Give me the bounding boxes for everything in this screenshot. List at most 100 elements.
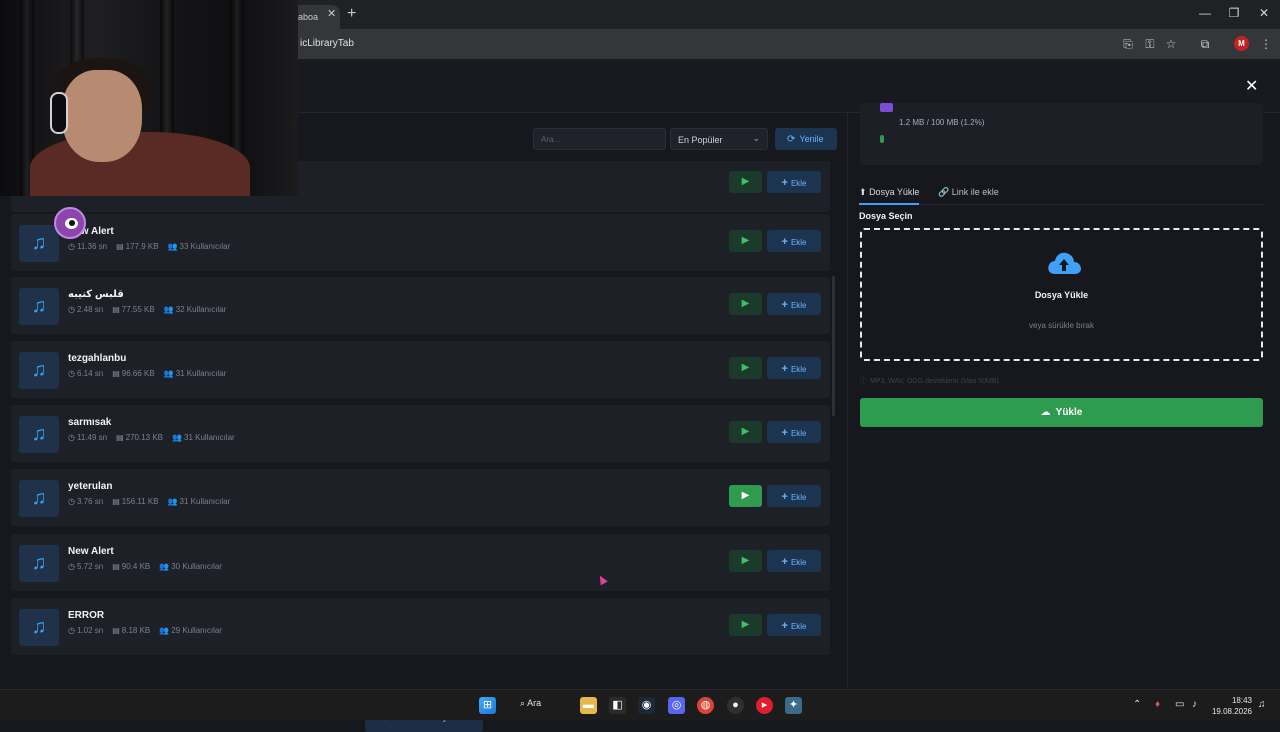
link-icon: 🔗 xyxy=(938,187,950,197)
store-icon[interactable]: ◧ xyxy=(609,697,626,714)
sound-size: 90.4 KB xyxy=(121,562,151,571)
add-button[interactable]: + Ekle xyxy=(767,230,821,252)
extensions-icon[interactable]: ⧉ xyxy=(1198,37,1212,52)
add-button[interactable]: + Ekle xyxy=(767,293,821,315)
play-button[interactable]: ▶ xyxy=(729,550,762,572)
refresh-icon: ⟳ xyxy=(787,134,796,145)
refresh-label: Yenile xyxy=(799,134,824,144)
sound-meta: ◷ 3.76 sn ▤ 156.11 KB 👥 31 Kullanıcılar xyxy=(68,497,239,506)
file-icon: ▤ xyxy=(112,497,120,506)
play-button[interactable]: ▶ xyxy=(729,421,762,443)
play-button[interactable]: ▶ xyxy=(729,171,762,193)
active-tab-indicator xyxy=(859,203,919,205)
clock-date: 19.08.2026 xyxy=(1211,707,1252,716)
bookmark-star-icon[interactable]: ☆ xyxy=(1164,37,1178,51)
upload-button[interactable]: ☁ Yükle xyxy=(860,398,1263,427)
users-icon: 👥 xyxy=(172,433,182,442)
users-icon: 👥 xyxy=(163,369,174,378)
steam-icon[interactable]: ◉ xyxy=(638,697,655,714)
sound-row[interactable]: ♫ New Alert ◷ 5.72 sn ▤ 90.4 KB 👥 30 Kullanıcıl… xyxy=(11,534,830,591)
users-icon: 👥 xyxy=(167,497,178,506)
play-button[interactable]: ▶ xyxy=(729,614,762,636)
tab-file-upload[interactable]: ⬆ Dosya Yükle xyxy=(859,187,919,198)
notification-bell-icon[interactable]: ♫ xyxy=(1258,699,1266,710)
add-button[interactable]: + Ekle xyxy=(767,421,821,443)
volume-icon[interactable]: ♪ xyxy=(1192,699,1197,710)
file-select-label: Dosya Seçin xyxy=(859,211,913,221)
list-scrollbar[interactable] xyxy=(832,276,835,416)
play-button[interactable]: ▶ xyxy=(729,293,762,315)
add-button[interactable]: + Ekle xyxy=(767,357,821,379)
install-app-icon[interactable]: ⎘ xyxy=(1121,37,1135,52)
taskbar-search-icon: ⌕ xyxy=(520,698,526,708)
play-button[interactable]: ▶ xyxy=(729,485,762,507)
app-icon[interactable]: ✦ xyxy=(785,697,802,714)
file-icon: ▤ xyxy=(112,305,120,314)
headset-icon xyxy=(50,92,68,134)
add-button-label: Ekle xyxy=(790,179,807,188)
menu-dots-icon[interactable]: ⋮ xyxy=(1259,37,1273,51)
search-input[interactable] xyxy=(533,128,666,150)
sort-select[interactable]: En Popüler ⌄ xyxy=(670,128,768,150)
discord-icon[interactable]: ◎ xyxy=(668,697,685,714)
file-icon: ▤ xyxy=(112,626,120,635)
add-button[interactable]: + Ekle xyxy=(767,171,821,193)
refresh-button[interactable]: ⟳ Yenile xyxy=(775,128,837,150)
clock-icon: ◷ xyxy=(68,497,75,506)
add-button[interactable]: + Ekle xyxy=(767,485,821,507)
new-tab-icon[interactable]: + xyxy=(347,5,361,23)
tab-link-add[interactable]: 🔗 Link ile ekle xyxy=(938,187,999,198)
profile-avatar[interactable]: M xyxy=(1234,36,1249,51)
sound-duration: 6.14 sn xyxy=(76,369,104,378)
chrome-icon[interactable]: ◍ xyxy=(697,697,714,714)
tray-chevron-up-icon[interactable]: ⌃ xyxy=(1133,699,1141,710)
window-close-icon[interactable]: ✕ xyxy=(1254,6,1274,20)
taskbar-clock[interactable]: 18:43 19.08.2026 xyxy=(1208,695,1252,717)
minimize-icon[interactable]: — xyxy=(1195,6,1215,20)
add-button-label: Ekle xyxy=(790,238,807,247)
network-icon[interactable]: ▭ xyxy=(1175,699,1184,710)
file-dropzone[interactable]: Dosya Yükle veya sürükle bırak xyxy=(860,228,1263,361)
tab-close-icon[interactable]: ✕ xyxy=(327,7,336,20)
play-icon: ▶ xyxy=(741,426,750,437)
sound-row[interactable]: ♫ ERROR ◷ 1.02 sn ▤ 8.18 KB 👥 29 Kullanıcılar ▶ +… xyxy=(11,598,830,655)
file-explorer-icon[interactable]: ▬ xyxy=(580,697,597,714)
mascot-eye xyxy=(65,218,78,229)
sound-row[interactable]: ♫ قلبس كنيبه ◷ 2.48 sn ▤ 77.55 KB 👥 32 Kullanıc… xyxy=(11,277,830,334)
play-icon: ▶ xyxy=(741,235,750,246)
restore-icon[interactable]: ❐ xyxy=(1224,6,1244,20)
sound-users: 32 Kullanıcılar xyxy=(175,305,227,314)
sound-row[interactable]: ♫ New Alert ◷ 11.36 sn ▤ 177.9 KB 👥 33 Kullanıc… xyxy=(11,214,830,271)
sound-row[interactable]: ♫ sarmısak ◷ 11.49 sn ▤ 270.13 KB 👥 31 Kullanıc… xyxy=(11,405,830,462)
sound-meta: ◷ 11.49 sn ▤ 270.13 KB 👥 31 Kullanıcılar xyxy=(68,433,244,442)
windows-start-icon[interactable]: ⊞ xyxy=(479,697,496,714)
sound-row[interactable]: ♫ tezgahlanbu ◷ 6.14 sn ▤ 96.66 KB 👥 31 Kullanı… xyxy=(11,341,830,398)
sound-users: 33 Kullanıcılar xyxy=(179,242,231,251)
url-text[interactable]: icLibraryTab xyxy=(300,38,354,49)
sound-title: New Alert xyxy=(68,546,114,557)
sound-size: 156.11 KB xyxy=(121,497,159,506)
music-note-icon: ♫ xyxy=(19,545,59,582)
person-face xyxy=(62,70,142,162)
plus-icon: + xyxy=(781,236,788,248)
media-player-icon[interactable]: ▸ xyxy=(756,697,773,714)
play-button[interactable]: ▶ xyxy=(729,357,762,379)
clock-icon: ◷ xyxy=(68,242,75,251)
sound-title: sarmısak xyxy=(68,417,112,428)
microphone-icon[interactable]: ♦ xyxy=(1155,699,1160,710)
sound-title: قلبس كنيبه xyxy=(68,289,124,300)
plus-icon: + xyxy=(781,427,788,439)
sound-size: 96.66 KB xyxy=(121,369,155,378)
password-key-icon[interactable]: ⚿ xyxy=(1143,37,1157,52)
modal-close-icon[interactable]: ✕ xyxy=(1245,76,1258,96)
play-icon: ▶ xyxy=(741,619,750,630)
obs-icon[interactable]: ● xyxy=(727,697,744,714)
taskbar-search[interactable]: ⌕ Ara xyxy=(520,698,541,709)
upload-user-icon: ⬆ xyxy=(859,187,867,197)
add-button[interactable]: + Ekle xyxy=(767,614,821,636)
add-button[interactable]: + Ekle xyxy=(767,550,821,572)
sound-row[interactable]: ♫ yeterulan ◷ 3.76 sn ▤ 156.11 KB 👥 31 Kullanıc… xyxy=(11,469,830,526)
add-button-label: Ekle xyxy=(790,493,807,502)
play-button[interactable]: ▶ xyxy=(729,230,762,252)
person-torso xyxy=(30,132,250,196)
